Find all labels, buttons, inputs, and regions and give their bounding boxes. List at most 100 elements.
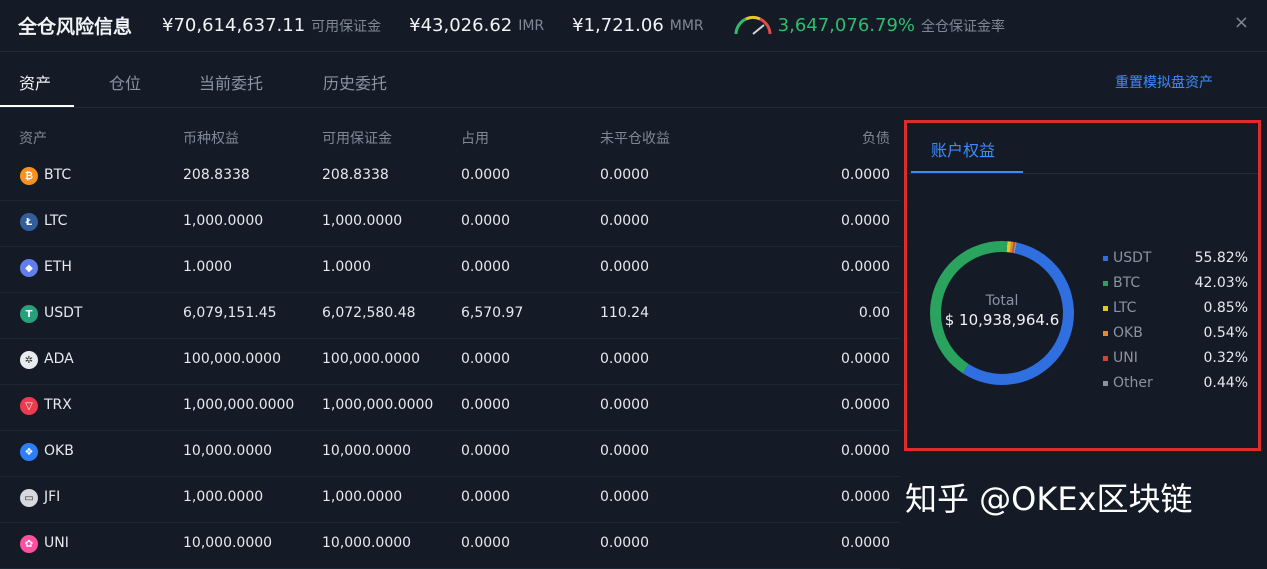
tab-order-history[interactable]: 历史委托 <box>323 70 387 94</box>
used-cell: 0.0000 <box>461 259 510 275</box>
mmr-label: MMR <box>669 17 704 34</box>
legend-item: UNI 0.32% <box>1103 349 1253 374</box>
available-margin-cell: 10,000.0000 <box>322 443 412 459</box>
tron-icon: ▽ <box>20 397 38 415</box>
equity-donut-chart: Total $ 10,938,964.6 <box>930 241 1074 385</box>
unrealized-pnl-cell: 0.0000 <box>600 489 649 505</box>
equity-cell: 10,000.0000 <box>183 443 273 459</box>
available-margin-cell: 1.0000 <box>322 259 371 275</box>
assets-table: 资产 币种权益 可用保证金 占用 未平仓收益 负债 ₿ BTC 208.8338 20… <box>0 108 900 569</box>
used-cell: 0.0000 <box>461 213 510 229</box>
available-margin-cell: 1,000,000.0000 <box>322 397 434 413</box>
col-asset: 资产 <box>19 131 47 147</box>
col-available-margin: 可用保证金 <box>322 131 392 147</box>
equity-cell: 1.0000 <box>183 259 232 275</box>
table-row: ◆ ETH 1.0000 1.0000 0.0000 0.0000 0.0000 <box>0 247 900 293</box>
available-margin-cell: 1,000.0000 <box>322 213 403 229</box>
used-cell: 0.0000 <box>461 167 510 183</box>
table-row: ✲ ADA 100,000.0000 100,000.0000 0.0000 0.0000… <box>0 339 900 385</box>
legend-swatch <box>1103 381 1108 386</box>
active-tab-indicator <box>0 105 74 107</box>
col-liability: 负债 <box>862 131 890 147</box>
equity-cell: 1,000.0000 <box>183 213 264 229</box>
tether-icon: T <box>20 305 38 323</box>
asset-symbol: OKB <box>44 443 74 459</box>
liability-cell: 0.0000 <box>841 443 890 459</box>
unrealized-pnl-cell: 0.0000 <box>600 443 649 459</box>
used-cell: 0.0000 <box>461 443 510 459</box>
equity-cell: 1,000.0000 <box>183 489 264 505</box>
asset-symbol: USDT <box>44 305 83 321</box>
table-row: ✿ UNI 10,000.0000 10,000.0000 0.0000 0.0000 0.… <box>0 523 900 569</box>
legend-name: UNI <box>1113 350 1138 366</box>
table-row: ▭ JFI 1,000.0000 1,000.0000 0.0000 0.0000 0.00… <box>0 477 900 523</box>
legend-swatch <box>1103 356 1108 361</box>
litecoin-icon: Ł <box>20 213 38 231</box>
risk-header: 全仓风险信息 ¥70,614,637.11 可用保证金 ¥43,026.62 I… <box>0 0 1267 52</box>
panel-divider <box>907 173 1258 174</box>
legend-percent: 0.32% <box>1203 350 1248 366</box>
donut-total-label: Total <box>985 293 1019 309</box>
legend-name: USDT <box>1113 250 1152 266</box>
tab-assets[interactable]: 资产 <box>19 70 51 94</box>
equity-cell: 100,000.0000 <box>183 351 281 367</box>
cardano-icon: ✲ <box>20 351 38 369</box>
tab-positions[interactable]: 仓位 <box>109 70 141 94</box>
legend-name: BTC <box>1113 275 1141 291</box>
imr-value: ¥43,026.62 <box>409 15 513 36</box>
asset-symbol: JFI <box>44 489 61 505</box>
used-cell: 0.0000 <box>461 397 510 413</box>
equity-cell: 1,000,000.0000 <box>183 397 295 413</box>
legend-item: USDT 55.82% <box>1103 249 1253 274</box>
imr-label: IMR <box>518 17 545 34</box>
legend-swatch <box>1103 281 1108 286</box>
liability-cell: 0.0000 <box>841 351 890 367</box>
legend-percent: 0.44% <box>1203 375 1248 391</box>
asset-symbol: LTC <box>44 213 68 229</box>
bitcoin-icon: ₿ <box>20 167 38 185</box>
equity-cell: 6,079,151.45 <box>183 305 277 321</box>
jfi-icon: ▭ <box>20 489 38 507</box>
legend-name: OKB <box>1113 325 1143 341</box>
asset-symbol: TRX <box>44 397 72 413</box>
unrealized-pnl-cell: 0.0000 <box>600 259 649 275</box>
legend-percent: 42.03% <box>1194 275 1248 291</box>
liability-cell: 0.0000 <box>841 167 890 183</box>
close-icon[interactable]: × <box>1234 12 1249 33</box>
legend-percent: 55.82% <box>1194 250 1248 266</box>
legend-item: LTC 0.85% <box>1103 299 1253 324</box>
account-equity-panel: 账户权益 Total $ 10,938,964.6 USDT 55.82% BTC 4… <box>904 120 1261 451</box>
margin-ratio-value: 3,647,076.79% <box>777 15 915 36</box>
available-margin-cell: 1,000.0000 <box>322 489 403 505</box>
asset-symbol: ADA <box>44 351 74 367</box>
used-cell: 0.0000 <box>461 351 510 367</box>
legend-name: LTC <box>1113 300 1137 316</box>
legend-swatch <box>1103 256 1108 261</box>
tab-account-equity[interactable]: 账户权益 <box>931 137 995 161</box>
table-row: ▽ TRX 1,000,000.0000 1,000,000.0000 0.0000 0.… <box>0 385 900 431</box>
margin-ratio-label: 全仓保证金率 <box>921 18 1005 35</box>
tab-bar: 资产 仓位 当前委托 历史委托 重置模拟盘资产 <box>0 52 1267 108</box>
legend-item: Other 0.44% <box>1103 374 1253 399</box>
col-equity: 币种权益 <box>183 131 239 147</box>
reset-demo-assets-link[interactable]: 重置模拟盘资产 <box>1115 72 1213 92</box>
asset-symbol: ETH <box>44 259 72 275</box>
tab-open-orders[interactable]: 当前委托 <box>199 70 263 94</box>
liability-cell: 0.0000 <box>841 259 890 275</box>
table-body: ₿ BTC 208.8338 208.8338 0.0000 0.0000 0.0000 Ł L… <box>0 155 900 569</box>
uniswap-icon: ✿ <box>20 535 38 553</box>
table-row: Ł LTC 1,000.0000 1,000.0000 0.0000 0.0000 0.00… <box>0 201 900 247</box>
legend-item: OKB 0.54% <box>1103 324 1253 349</box>
available-margin-cell: 208.8338 <box>322 167 389 183</box>
unrealized-pnl-cell: 110.24 <box>600 305 649 321</box>
table-header: 资产 币种权益 可用保证金 占用 未平仓收益 负债 <box>0 108 900 155</box>
table-row: ❖ OKB 10,000.0000 10,000.0000 0.0000 0.0000 0.… <box>0 431 900 477</box>
donut-legend: USDT 55.82% BTC 42.03% LTC 0.85% OKB 0.54% UNI 0.… <box>1103 249 1253 399</box>
liability-cell: 0.0000 <box>841 397 890 413</box>
ethereum-icon: ◆ <box>20 259 38 277</box>
used-cell: 0.0000 <box>461 489 510 505</box>
legend-percent: 0.54% <box>1203 325 1248 341</box>
gauge-icon <box>734 15 772 35</box>
unrealized-pnl-cell: 0.0000 <box>600 167 649 183</box>
mmr-value: ¥1,721.06 <box>572 15 664 36</box>
